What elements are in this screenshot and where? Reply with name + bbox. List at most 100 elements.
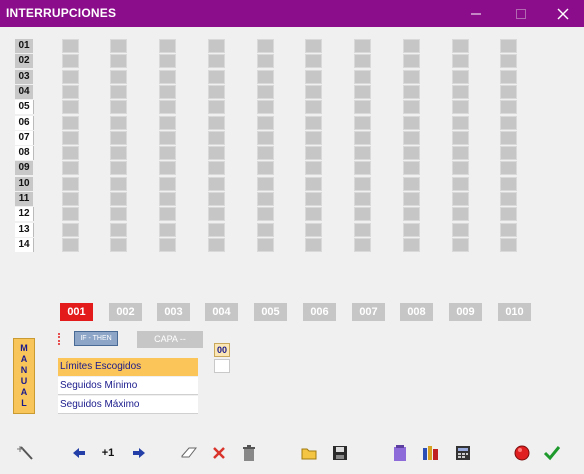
grid-cell[interactable] (500, 237, 517, 252)
grid-cell[interactable] (305, 100, 322, 115)
grid-cell[interactable] (208, 115, 225, 130)
grid-cell[interactable] (208, 146, 225, 161)
grid-cell[interactable] (500, 222, 517, 237)
grid-cell[interactable] (62, 54, 79, 69)
grid-cell[interactable] (159, 39, 176, 53)
grid-cell[interactable] (452, 130, 469, 145)
grid-cell[interactable] (208, 176, 225, 191)
column-tab-010[interactable]: 010 (498, 303, 531, 321)
grid-cell[interactable] (403, 69, 420, 84)
grid-cell[interactable] (159, 207, 176, 222)
grid-cell[interactable] (110, 115, 127, 130)
grid-cell[interactable] (452, 192, 469, 206)
grid-cell[interactable] (110, 237, 127, 252)
grid-cell[interactable] (403, 39, 420, 53)
grid-cell[interactable] (62, 237, 79, 252)
grid-cell[interactable] (305, 54, 322, 69)
trash-button[interactable] (239, 443, 259, 463)
grid-cell[interactable] (452, 237, 469, 252)
grid-cell[interactable] (159, 84, 176, 99)
next-button[interactable] (129, 443, 149, 463)
grid-cell[interactable] (208, 130, 225, 145)
grid-cell[interactable] (305, 39, 322, 53)
grid-cell[interactable] (305, 84, 322, 99)
grid-cell[interactable] (403, 54, 420, 69)
grid-cell[interactable] (159, 192, 176, 206)
column-tab-008[interactable]: 008 (400, 303, 433, 321)
grid-cell[interactable] (62, 161, 79, 176)
column-tab-005[interactable]: 005 (254, 303, 287, 321)
grid-cell[interactable] (452, 100, 469, 115)
grid-cell[interactable] (110, 222, 127, 237)
magic-wand-button[interactable] (16, 443, 36, 463)
grid-cell[interactable] (305, 176, 322, 191)
delete-button[interactable] (209, 443, 229, 463)
grid-cell[interactable] (62, 176, 79, 191)
list-item-seguidos-minimo[interactable]: Seguidos Mínimo (58, 377, 198, 395)
grid-cell[interactable] (354, 192, 371, 206)
grid-cell[interactable] (208, 69, 225, 84)
grid-cell[interactable] (208, 192, 225, 206)
column-tab-004[interactable]: 004 (205, 303, 238, 321)
column-tab-002[interactable]: 002 (109, 303, 142, 321)
grid-cell[interactable] (500, 100, 517, 115)
grid-cell[interactable] (403, 192, 420, 206)
grid-cell[interactable] (354, 54, 371, 69)
grid-cell[interactable] (354, 176, 371, 191)
if-then-button[interactable]: IF - THEN (74, 331, 118, 346)
grid-cell[interactable] (500, 39, 517, 53)
grid-cell[interactable] (62, 69, 79, 84)
grid-cell[interactable] (500, 130, 517, 145)
grid-cell[interactable] (62, 222, 79, 237)
stop-button[interactable] (512, 443, 532, 463)
column-tab-009[interactable]: 009 (449, 303, 482, 321)
grid-cell[interactable] (257, 115, 274, 130)
grid-cell[interactable] (110, 207, 127, 222)
grid-cell[interactable] (110, 192, 127, 206)
grid-cell[interactable] (500, 69, 517, 84)
grid-cell[interactable] (403, 146, 420, 161)
grid-cell[interactable] (305, 130, 322, 145)
grid-cell[interactable] (159, 69, 176, 84)
grid-cell[interactable] (208, 54, 225, 69)
column-tab-006[interactable]: 006 (303, 303, 336, 321)
grid-cell[interactable] (62, 39, 79, 53)
grid-cell[interactable] (257, 84, 274, 99)
grid-cell[interactable] (257, 130, 274, 145)
grid-cell[interactable] (500, 161, 517, 176)
grid-cell[interactable] (62, 207, 79, 222)
grid-cell[interactable] (354, 161, 371, 176)
column-tab-003[interactable]: 003 (157, 303, 190, 321)
grid-cell[interactable] (257, 192, 274, 206)
grid-cell[interactable] (500, 146, 517, 161)
counter-field[interactable]: 00 (214, 343, 230, 357)
grid-cell[interactable] (110, 54, 127, 69)
grid-cell[interactable] (159, 115, 176, 130)
grid-cell[interactable] (62, 130, 79, 145)
previous-button[interactable] (69, 443, 89, 463)
grid-cell[interactable] (159, 222, 176, 237)
grid-cell[interactable] (354, 146, 371, 161)
grid-cell[interactable] (110, 176, 127, 191)
grid-cell[interactable] (500, 192, 517, 206)
grid-cell[interactable] (305, 207, 322, 222)
grid-cell[interactable] (110, 130, 127, 145)
grid-cell[interactable] (403, 222, 420, 237)
grid-cell[interactable] (208, 207, 225, 222)
grid-cell[interactable] (110, 161, 127, 176)
list-item-seguidos-maximo[interactable]: Seguidos Máximo (58, 396, 198, 414)
grid-cell[interactable] (354, 115, 371, 130)
grid-cell[interactable] (208, 222, 225, 237)
grid-cell[interactable] (257, 222, 274, 237)
grid-cell[interactable] (305, 222, 322, 237)
grid-cell[interactable] (452, 176, 469, 191)
grid-cell[interactable] (305, 115, 322, 130)
grid-cell[interactable] (500, 84, 517, 99)
grid-cell[interactable] (159, 54, 176, 69)
ok-button[interactable] (542, 443, 562, 463)
grid-cell[interactable] (159, 176, 176, 191)
grid-cell[interactable] (62, 115, 79, 130)
grid-cell[interactable] (208, 100, 225, 115)
grid-cell[interactable] (305, 237, 322, 252)
close-button[interactable] (545, 0, 581, 27)
